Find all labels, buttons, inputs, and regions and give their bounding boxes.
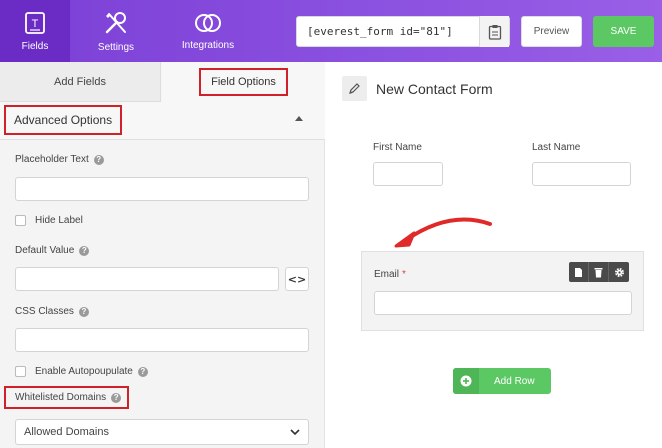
form-header: New Contact Form (342, 76, 493, 101)
placeholder-text-input[interactable] (15, 177, 309, 201)
enable-autopopulate-checkbox[interactable] (15, 366, 26, 377)
required-marker: * (402, 269, 406, 280)
help-icon[interactable]: ? (137, 366, 148, 377)
clipboard-icon (488, 24, 501, 40)
help-icon[interactable]: ? (79, 245, 90, 256)
preview-button[interactable]: Preview (521, 16, 582, 47)
fields-icon: T (25, 11, 45, 34)
integrations-icon (195, 13, 221, 32)
nav-fields[interactable]: T Fields (0, 0, 70, 62)
default-value-label-text: Default Value (15, 245, 75, 256)
enable-autopopulate-option[interactable]: Enable Autopoupulate ? (15, 366, 148, 377)
form-title: New Contact Form (376, 80, 493, 97)
hide-label-checkbox[interactable] (15, 215, 26, 226)
whitelisted-domains-label: Whitelisted Domains ? (4, 386, 130, 409)
css-classes-input[interactable] (15, 328, 309, 352)
add-row-button[interactable]: Add Row (453, 368, 551, 394)
copy-shortcode-button[interactable] (479, 16, 509, 47)
email-field-block[interactable]: Email * (361, 251, 644, 331)
email-input[interactable] (374, 291, 632, 315)
duplicate-icon[interactable] (569, 262, 589, 282)
nav-settings-label: Settings (97, 41, 135, 53)
field-options-panel: Add Fields Field Options Advanced Option… (0, 62, 325, 448)
gear-icon[interactable] (609, 262, 629, 282)
nav-integrations-label: Integrations (181, 39, 235, 51)
help-icon[interactable]: ? (78, 306, 89, 317)
last-name-label: Last Name (532, 142, 581, 153)
email-label-text: Email (374, 269, 400, 280)
whitelisted-domains-label-text: Whitelisted Domains (15, 392, 107, 403)
nav-settings[interactable]: Settings (83, 0, 149, 62)
collapse-caret-icon[interactable] (295, 116, 303, 121)
annotation-arrow-icon (394, 217, 492, 248)
tab-add-fields[interactable]: Add Fields (0, 62, 161, 102)
help-icon[interactable]: ? (111, 392, 122, 403)
shortcode-field[interactable]: [everest_form id="81"] (296, 16, 510, 47)
plus-circle-icon (453, 368, 479, 394)
add-row-label: Add Row (494, 375, 535, 387)
form-builder-canvas: New Contact Form First Name Last Name Em… (326, 62, 662, 448)
smart-tags-button[interactable]: <> (285, 267, 309, 291)
hide-label-text: Hide Label (35, 215, 83, 226)
advanced-options-header[interactable]: Advanced Options (0, 102, 325, 140)
hide-label-option[interactable]: Hide Label (15, 215, 83, 226)
save-button[interactable]: SAVE (593, 16, 654, 47)
placeholder-text-label-text: Placeholder Text (15, 154, 89, 165)
allowed-domains-select[interactable]: Allowed Domains (15, 419, 309, 445)
svg-text:T: T (32, 18, 39, 30)
placeholder-text-label: Placeholder Text ? (15, 154, 104, 165)
allowed-domains-value: Allowed Domains (24, 426, 109, 438)
top-bar: T Fields Settings Integrations [everest_… (0, 0, 662, 62)
enable-autopopulate-text: Enable Autopoupulate (35, 366, 133, 377)
advanced-options-title: Advanced Options (4, 105, 123, 135)
field-toolbar (569, 262, 629, 282)
last-name-input[interactable] (532, 162, 631, 186)
shortcode-text: [everest_form id="81"] (307, 25, 453, 38)
default-value-input[interactable] (15, 267, 279, 291)
default-value-label: Default Value ? (15, 245, 90, 256)
css-classes-label: CSS Classes ? (15, 306, 89, 317)
tab-field-options[interactable]: Field Options (162, 62, 325, 102)
css-classes-label-text: CSS Classes (15, 306, 74, 317)
tools-icon (105, 11, 126, 33)
nav-integrations[interactable]: Integrations (175, 0, 241, 62)
pencil-icon[interactable] (342, 76, 367, 101)
trash-icon[interactable] (589, 262, 609, 282)
first-name-input[interactable] (373, 162, 443, 186)
tab-field-options-label: Field Options (199, 68, 288, 96)
email-label: Email * (374, 269, 406, 280)
first-name-label: First Name (373, 142, 422, 153)
chevron-down-icon (290, 429, 300, 436)
nav-fields-label: Fields (21, 40, 49, 52)
help-icon[interactable]: ? (93, 154, 104, 165)
